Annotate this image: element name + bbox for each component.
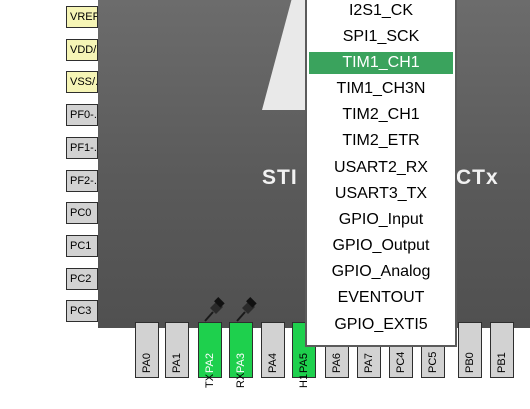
menu-item-tim1-ch1[interactable]: TIM1_CH1 [309, 52, 453, 74]
pin-label: PC1 [70, 240, 92, 252]
pin-pa2[interactable]: PA2 [198, 322, 222, 378]
menu-item-spi1-sck[interactable]: SPI1_SCK [309, 26, 453, 48]
pin-pb0[interactable]: PB0 [458, 322, 482, 378]
menu-item-eventout[interactable]: EVENTOUT [309, 287, 453, 309]
pin-label: PF1-.. [70, 142, 98, 154]
signal-label-pa5: H1 [298, 373, 310, 388]
chip-name-label: STI [262, 166, 298, 189]
pin-pa3[interactable]: PA3 [229, 322, 253, 378]
pin-label: VREF.. [70, 11, 98, 23]
pin-vss[interactable]: VSS/.. [66, 71, 98, 93]
pin-label: PC5 [427, 351, 439, 373]
menu-item-tim1-ch3n[interactable]: TIM1_CH3N [309, 78, 453, 100]
pin-label: PA4 [267, 353, 279, 373]
pin-label: PC3 [70, 305, 92, 317]
pin-label: PC2 [70, 273, 92, 285]
signal-label-pa3: RX [235, 372, 247, 388]
pin-label: PA0 [141, 353, 153, 373]
pin-label: VSS/.. [70, 76, 98, 88]
pushpin-icon[interactable] [201, 297, 227, 323]
pin-label: PF2-.. [70, 175, 98, 187]
menu-item-tim2-etr[interactable]: TIM2_ETR [309, 130, 453, 152]
menu-item-usart2-rx[interactable]: USART2_RX [309, 157, 453, 179]
pin-label: PC0 [70, 207, 92, 219]
pin-label: PB0 [464, 352, 476, 373]
menu-item-gpio-analog[interactable]: GPIO_Analog [309, 261, 453, 283]
pin-pf2[interactable]: PF2-.. [66, 170, 98, 192]
menu-item-usart3-tx[interactable]: USART3_TX [309, 183, 453, 205]
pin-label: PA2 [204, 353, 216, 373]
menu-item-gpio-output[interactable]: GPIO_Output [309, 235, 453, 257]
pin-function-menu: I2S1_CK SPI1_SCK TIM1_CH1 TIM1_CH3N TIM2… [305, 0, 457, 347]
pin-label: PA5 [298, 353, 310, 373]
chip-name-suffix: CTx [456, 166, 499, 189]
pin-label: PA6 [331, 353, 343, 373]
menu-item-gpio-input[interactable]: GPIO_Input [309, 209, 453, 231]
pin-pa4[interactable]: PA4 [261, 322, 285, 378]
pin-label: PA7 [363, 353, 375, 373]
pin-label: PB1 [496, 352, 508, 373]
menu-item-gpio-exti5[interactable]: GPIO_EXTI5 [309, 314, 453, 336]
pin-label: PF0-.. [70, 109, 98, 121]
signal-label-pa2: TX [204, 373, 216, 388]
pin-pc3[interactable]: PC3 [66, 300, 98, 322]
menu-item-i2s1-ck[interactable]: I2S1_CK [309, 0, 453, 22]
pin-pf0[interactable]: PF0-.. [66, 104, 98, 126]
pin-vdd[interactable]: VDD/.. [66, 39, 98, 61]
pushpin-icon[interactable] [233, 297, 259, 323]
pin-label: PA1 [171, 353, 183, 373]
pin-pb1[interactable]: PB1 [490, 322, 514, 378]
pin-pf1[interactable]: PF1-.. [66, 137, 98, 159]
pin-label: PA3 [235, 353, 247, 373]
pin-pc1[interactable]: PC1 [66, 235, 98, 257]
pin-label: VDD/.. [70, 44, 97, 56]
pin-pc2[interactable]: PC2 [66, 268, 98, 290]
pin-label: PC4 [395, 351, 407, 373]
pin-pc0[interactable]: PC0 [66, 202, 98, 224]
menu-item-tim2-ch1[interactable]: TIM2_CH1 [309, 104, 453, 126]
pin-pa1[interactable]: PA1 [165, 322, 189, 378]
pin-vref[interactable]: VREF.. [66, 6, 98, 28]
pin-pa0[interactable]: PA0 [135, 322, 159, 378]
